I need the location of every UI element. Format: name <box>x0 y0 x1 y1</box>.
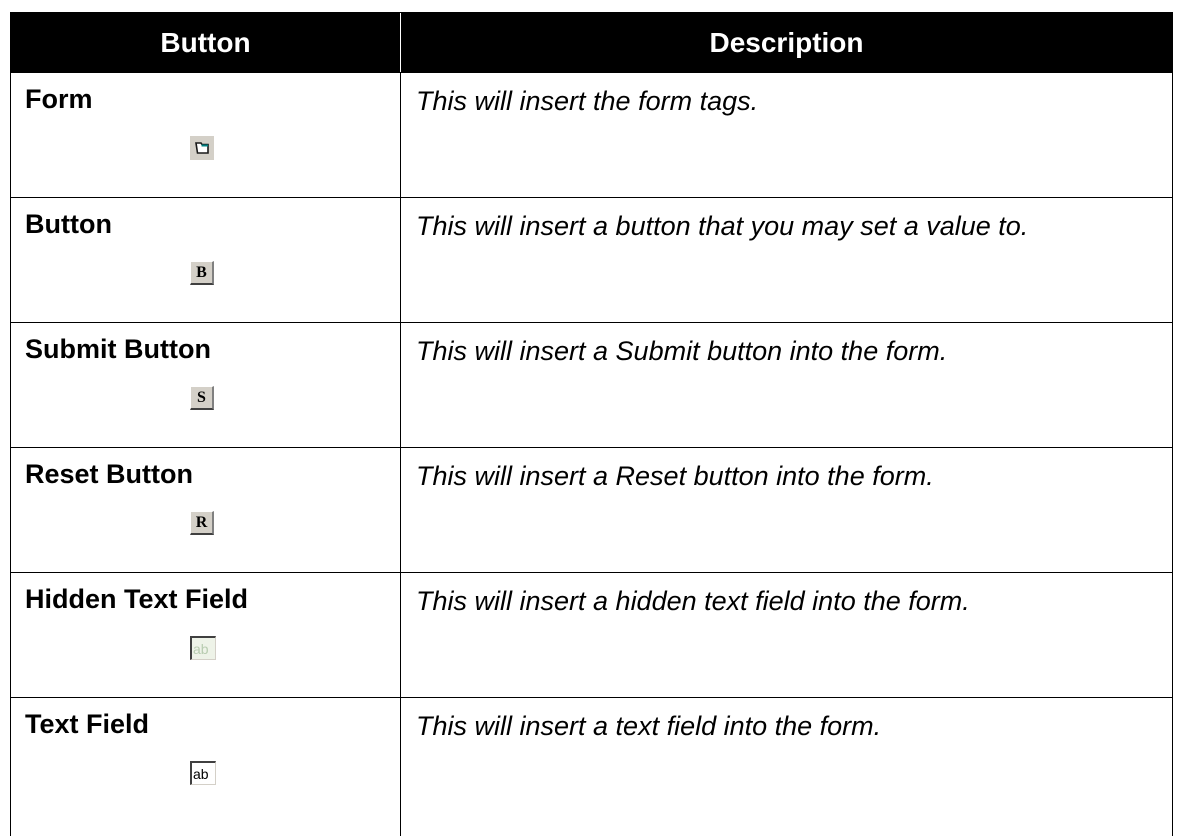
table-row: Hidden Text Field ab This will insert a … <box>11 572 1172 697</box>
table-row: Button B This will insert a button that … <box>11 197 1172 322</box>
table-row: Text Field ab This will insert a text fi… <box>11 697 1172 836</box>
button-icon: B <box>190 261 214 285</box>
description-text: This will insert a hidden text field int… <box>416 586 970 616</box>
toolbar-buttons-table: Button Description Form This will insert… <box>10 12 1173 836</box>
table-row: Form This will insert the form tags. <box>11 72 1172 197</box>
description-cell: This will insert a text field into the f… <box>401 698 1172 836</box>
description-text: This will insert a Reset button into the… <box>416 461 934 491</box>
text-field-icon: ab <box>190 761 216 785</box>
description-cell: This will insert a Reset button into the… <box>401 448 1172 572</box>
table-header-row: Button Description <box>11 13 1172 72</box>
table-row: Reset Button R This will insert a Reset … <box>11 447 1172 572</box>
button-label: Button <box>25 209 112 239</box>
hidden-text-field-icon: ab <box>190 636 216 660</box>
reset-button-icon: R <box>190 511 214 535</box>
button-cell: Button B <box>11 198 401 322</box>
button-label: Reset Button <box>25 459 193 489</box>
button-cell: Form <box>11 73 401 197</box>
table-row: Submit Button S This will insert a Submi… <box>11 322 1172 447</box>
description-cell: This will insert a Submit button into th… <box>401 323 1172 447</box>
button-label: Hidden Text Field <box>25 584 249 614</box>
description-text: This will insert the form tags. <box>416 86 759 116</box>
button-label: Form <box>25 84 93 114</box>
button-cell: Submit Button S <box>11 323 401 447</box>
column-header-description: Description <box>709 26 864 58</box>
description-text: This will insert a Submit button into th… <box>416 336 948 366</box>
form-icon-graphic <box>195 142 209 154</box>
description-cell: This will insert the form tags. <box>401 73 1172 197</box>
button-cell: Hidden Text Field ab <box>11 573 401 697</box>
description-cell: This will insert a hidden text field int… <box>401 573 1172 697</box>
button-cell: Reset Button R <box>11 448 401 572</box>
button-label: Text Field <box>25 709 150 739</box>
column-header-button: Button <box>11 13 401 72</box>
description-text: This will insert a button that you may s… <box>416 211 1029 241</box>
form-icon <box>190 136 214 160</box>
description-cell: This will insert a button that you may s… <box>401 198 1172 322</box>
button-label: Submit Button <box>25 334 211 364</box>
button-cell: Text Field ab <box>11 698 401 836</box>
description-text: This will insert a text field into the f… <box>416 711 882 741</box>
submit-button-icon: S <box>190 386 214 410</box>
